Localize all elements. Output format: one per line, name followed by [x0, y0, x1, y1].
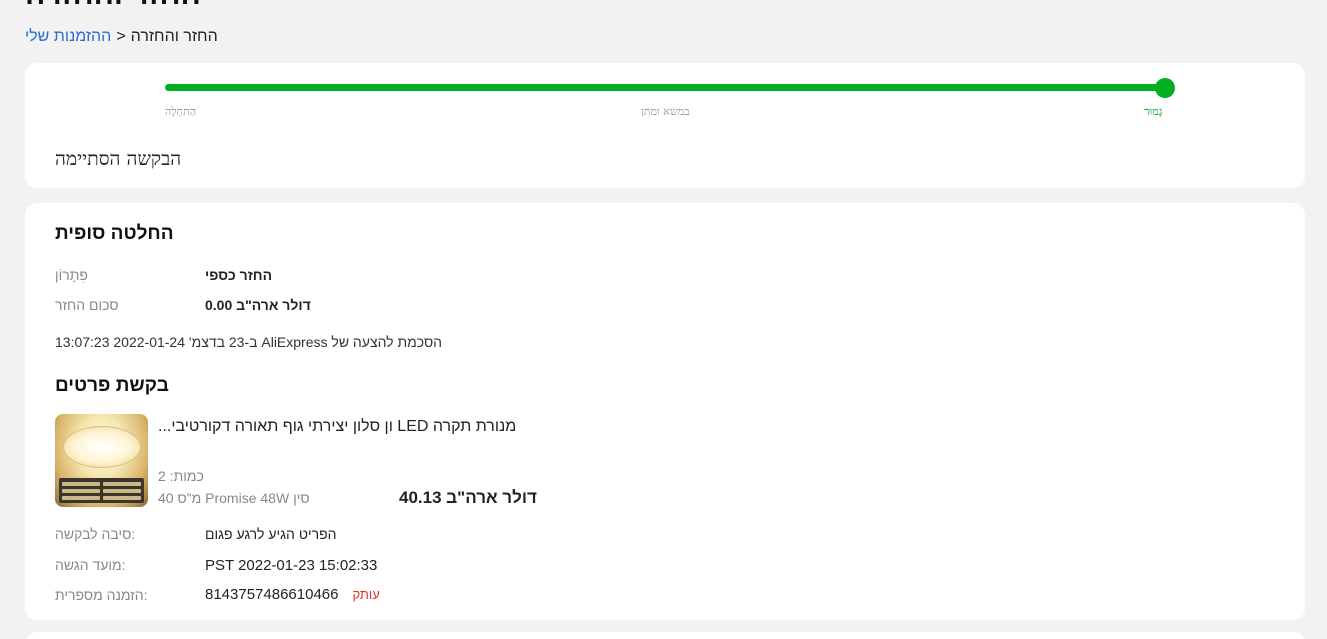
progress-card: הַתחָלָה במשא ומתן גָמוּר הבקשה הסתיימה: [25, 63, 1305, 188]
progress-current-dot: [1155, 78, 1175, 98]
refund-amount-value: 0.00 דולר ארה"ב: [205, 297, 311, 313]
breadcrumb-separator: >: [116, 28, 126, 45]
request-details-title: בקשת פרטים: [55, 375, 169, 396]
progress-track: [165, 78, 1175, 98]
refund-amount-label: סכום החזר: [55, 297, 119, 313]
submitted-time-value: PST 2022-01-23 15:02:33: [205, 557, 378, 574]
next-card-edge: [25, 632, 1305, 639]
progress-fill: [165, 84, 1165, 91]
product-sku: 40 מ"ס Promise 48W סין: [158, 490, 310, 506]
agreement-note: ב-23 בדצמ' 2022-01-24 13:07:23 AliExpres…: [55, 334, 443, 350]
submitted-time-label: מועד הגשה:: [55, 557, 126, 573]
product-price: 40.13 דולר ארה"ב: [399, 488, 537, 507]
step-done-label: גָמוּר: [1144, 105, 1163, 118]
product-title-link[interactable]: ...ון סלון יצירתי גוף תאורה דקורטיבי LED…: [158, 418, 516, 436]
lamp-illustration: [63, 426, 141, 468]
page-title: החזר והחזרה: [25, 0, 201, 12]
product-image[interactable]: [55, 414, 148, 507]
order-number-label: הזמנה מספרית:: [55, 587, 148, 603]
breadcrumb-my-orders-link[interactable]: ההזמנות שלי: [25, 28, 111, 46]
copy-order-number-button[interactable]: עותק: [352, 587, 379, 602]
product-quantity: כמות: 2: [158, 468, 204, 484]
request-reason-label: סיבה לבקשה:: [55, 526, 136, 542]
solution-value: החזר כספי: [205, 267, 273, 283]
solution-label: פִּתָרוֹן: [55, 267, 88, 283]
final-decision-card: החלטה סופית פִּתָרוֹן החזר כספי סכום החז…: [25, 203, 1305, 620]
breadcrumb: ההזמנות שלי > החזר והחזרה: [25, 28, 218, 46]
request-status-title: הבקשה הסתיימה: [55, 148, 182, 170]
spec-panel-illustration: [59, 478, 144, 503]
step-negotiation-label: במשא ומתן: [641, 105, 690, 118]
step-start-label: הַתחָלָה: [165, 105, 197, 118]
final-decision-title: החלטה סופית: [55, 223, 174, 244]
breadcrumb-current: החזר והחזרה: [130, 28, 218, 45]
request-reason-value: הפריט הגיע לרגע פגום: [205, 526, 337, 542]
order-number-value: 8143757486610466: [205, 586, 339, 603]
order-number-row: 8143757486610466 עותק: [205, 586, 380, 603]
